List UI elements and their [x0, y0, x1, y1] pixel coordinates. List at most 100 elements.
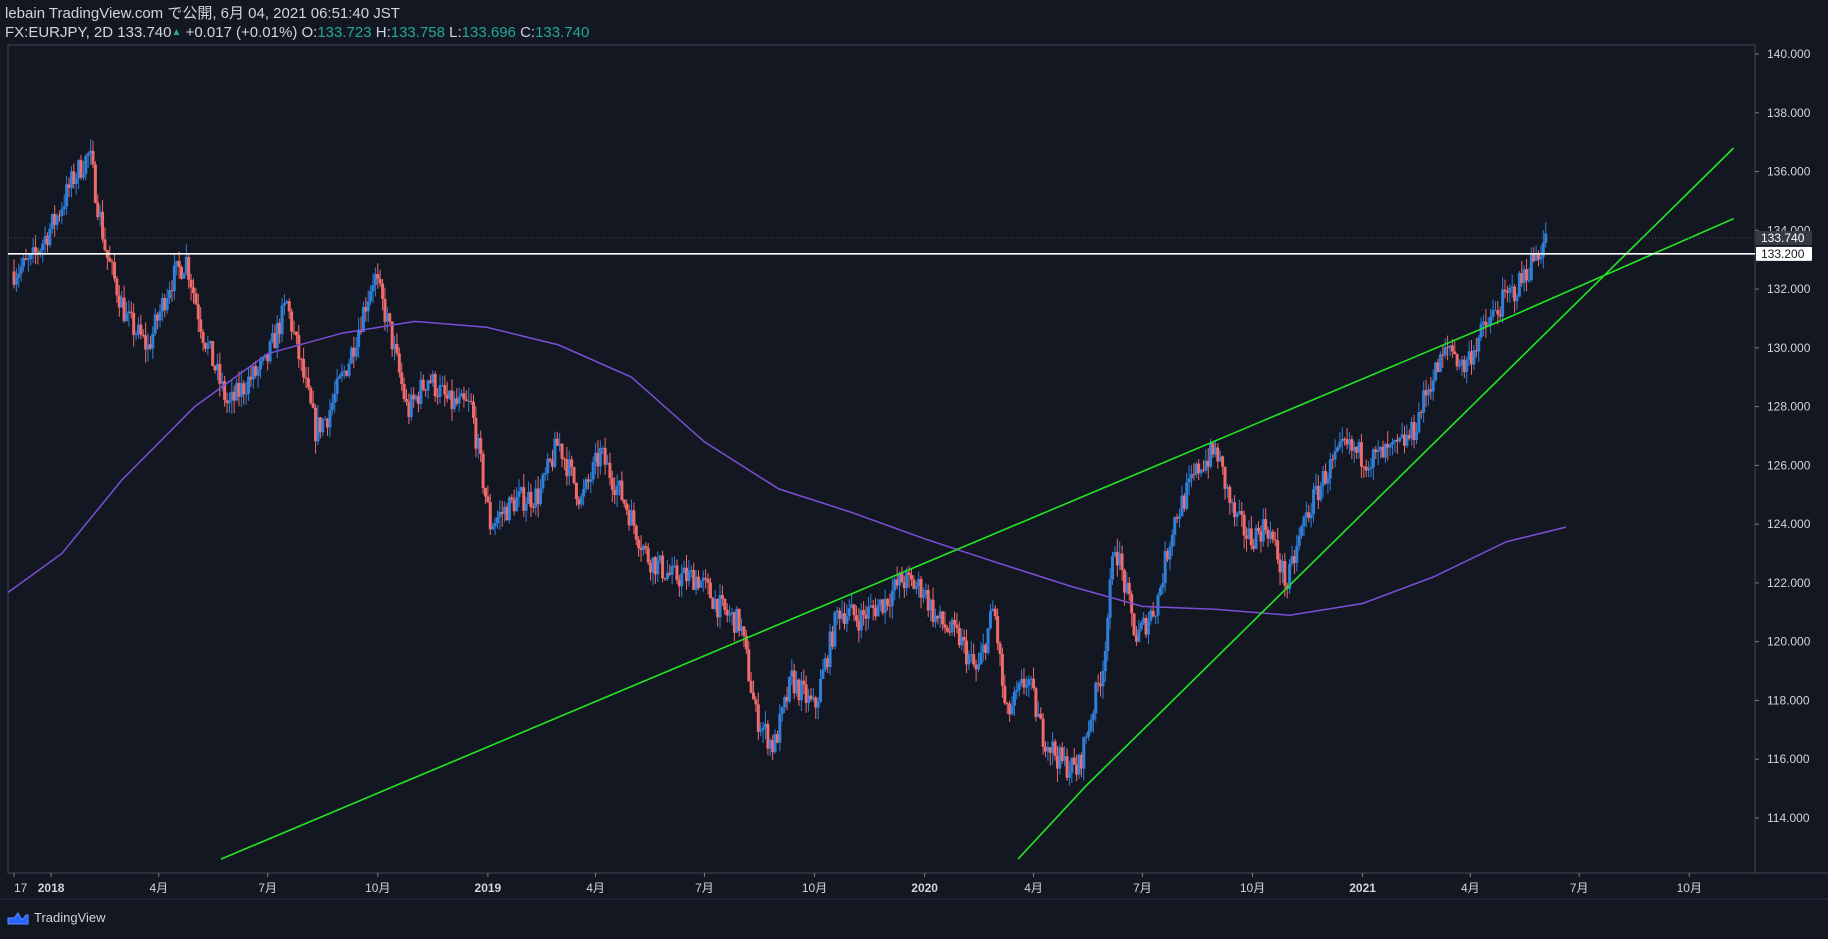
candle-up — [1012, 691, 1016, 706]
candle-up — [1084, 736, 1088, 738]
candle-up — [457, 396, 461, 404]
candle-down — [622, 500, 626, 504]
candle-down — [1242, 514, 1246, 536]
price-tick-label: 116.000 — [1767, 752, 1810, 766]
price-tick-label: 140.000 — [1767, 47, 1811, 61]
candle-up — [816, 701, 820, 708]
brand-name: TradingView — [34, 910, 106, 925]
candle-up — [244, 393, 248, 395]
time-tick-label: 2018 — [38, 881, 65, 895]
candle-down — [388, 313, 392, 322]
candle-down — [101, 211, 105, 240]
candle-up — [833, 612, 837, 647]
candle-up — [656, 560, 660, 575]
candle-up — [60, 209, 64, 217]
candle-up — [1369, 467, 1373, 469]
candle-down — [637, 539, 641, 548]
candle-down — [443, 385, 447, 395]
candle-up — [26, 259, 30, 261]
candle-down — [572, 466, 576, 483]
candle-down — [1283, 561, 1287, 586]
candle-down — [909, 574, 913, 580]
candle-up — [354, 347, 358, 357]
candle-up — [1091, 713, 1095, 720]
time-tick-label: 10月 — [365, 881, 390, 895]
candle-up — [333, 393, 337, 403]
candle-down — [93, 164, 97, 203]
time-tick-label: 4月 — [1461, 881, 1480, 895]
candle-up — [38, 250, 42, 254]
candle-down — [993, 608, 997, 617]
candle-up — [134, 334, 138, 336]
candle-down — [644, 546, 648, 549]
candle-down — [479, 438, 483, 454]
candle-down — [191, 287, 195, 294]
candle-up — [1187, 478, 1191, 483]
candle-down — [661, 555, 665, 579]
candle-up — [1156, 595, 1160, 616]
candle-up — [845, 616, 849, 624]
footer-brand[interactable]: TradingView — [6, 910, 106, 925]
candle-up — [340, 372, 344, 377]
candle-up — [1328, 459, 1332, 479]
candle-down — [574, 482, 578, 500]
candle-down — [1223, 466, 1227, 489]
price-chart[interactable]: 114.000 116.000 118.000 120.000 122.000 124.0… — [0, 0, 1828, 939]
candle-up — [1173, 517, 1177, 535]
candle-up — [1431, 380, 1435, 392]
candle-up — [1300, 526, 1304, 536]
candle-up — [759, 730, 763, 732]
candle-down — [196, 304, 200, 320]
candle-down — [242, 383, 246, 395]
price-tick-label: 120.000 — [1767, 635, 1811, 649]
candle-up — [172, 265, 176, 292]
candle-up — [890, 590, 894, 607]
candle-down — [115, 278, 119, 296]
candle-up — [347, 363, 351, 376]
candle-down — [1359, 442, 1363, 467]
candle-up — [280, 305, 284, 335]
candle-up — [1254, 527, 1258, 549]
price-tick-label: 118.000 — [1767, 693, 1810, 707]
candle-up — [371, 284, 375, 292]
candle-up — [589, 479, 593, 482]
candle-up — [1465, 360, 1469, 373]
candle-up — [369, 291, 373, 302]
candle-up — [821, 669, 825, 679]
candle-up — [1185, 482, 1189, 509]
candle-down — [1228, 486, 1232, 503]
candle-up — [591, 461, 595, 480]
candle-up — [165, 298, 169, 311]
candle-down — [1003, 685, 1007, 704]
candle-down — [723, 598, 727, 610]
candle-up — [495, 517, 499, 524]
plot-area[interactable] — [1, 139, 1735, 860]
candle-down — [1503, 289, 1507, 292]
candle-up — [778, 713, 782, 743]
candle-up — [761, 727, 765, 731]
candle-up — [1391, 442, 1395, 445]
candle-up — [1309, 514, 1313, 519]
candle-up — [1491, 310, 1495, 317]
candle-up — [1010, 705, 1014, 715]
candle-down — [886, 598, 890, 606]
candle-up — [1137, 629, 1141, 642]
candle-down — [189, 279, 193, 288]
candle-down — [560, 443, 564, 459]
candle-up — [1089, 719, 1093, 732]
candle-down — [1032, 678, 1036, 689]
candle-up — [507, 497, 511, 521]
candle-down — [943, 624, 947, 628]
candle-up — [517, 491, 521, 498]
candle-up — [1376, 450, 1380, 452]
candle-up — [259, 361, 263, 370]
price-tick-label: 136.000 — [1767, 165, 1811, 179]
candle-down — [854, 615, 858, 621]
trendline — [1017, 147, 1735, 860]
candle-down — [294, 331, 298, 336]
price-tick-label: 114.000 — [1767, 811, 1810, 825]
candle-up — [206, 343, 210, 349]
candle-up — [1479, 323, 1483, 338]
candle-down — [570, 459, 574, 467]
candle-down — [132, 312, 136, 335]
